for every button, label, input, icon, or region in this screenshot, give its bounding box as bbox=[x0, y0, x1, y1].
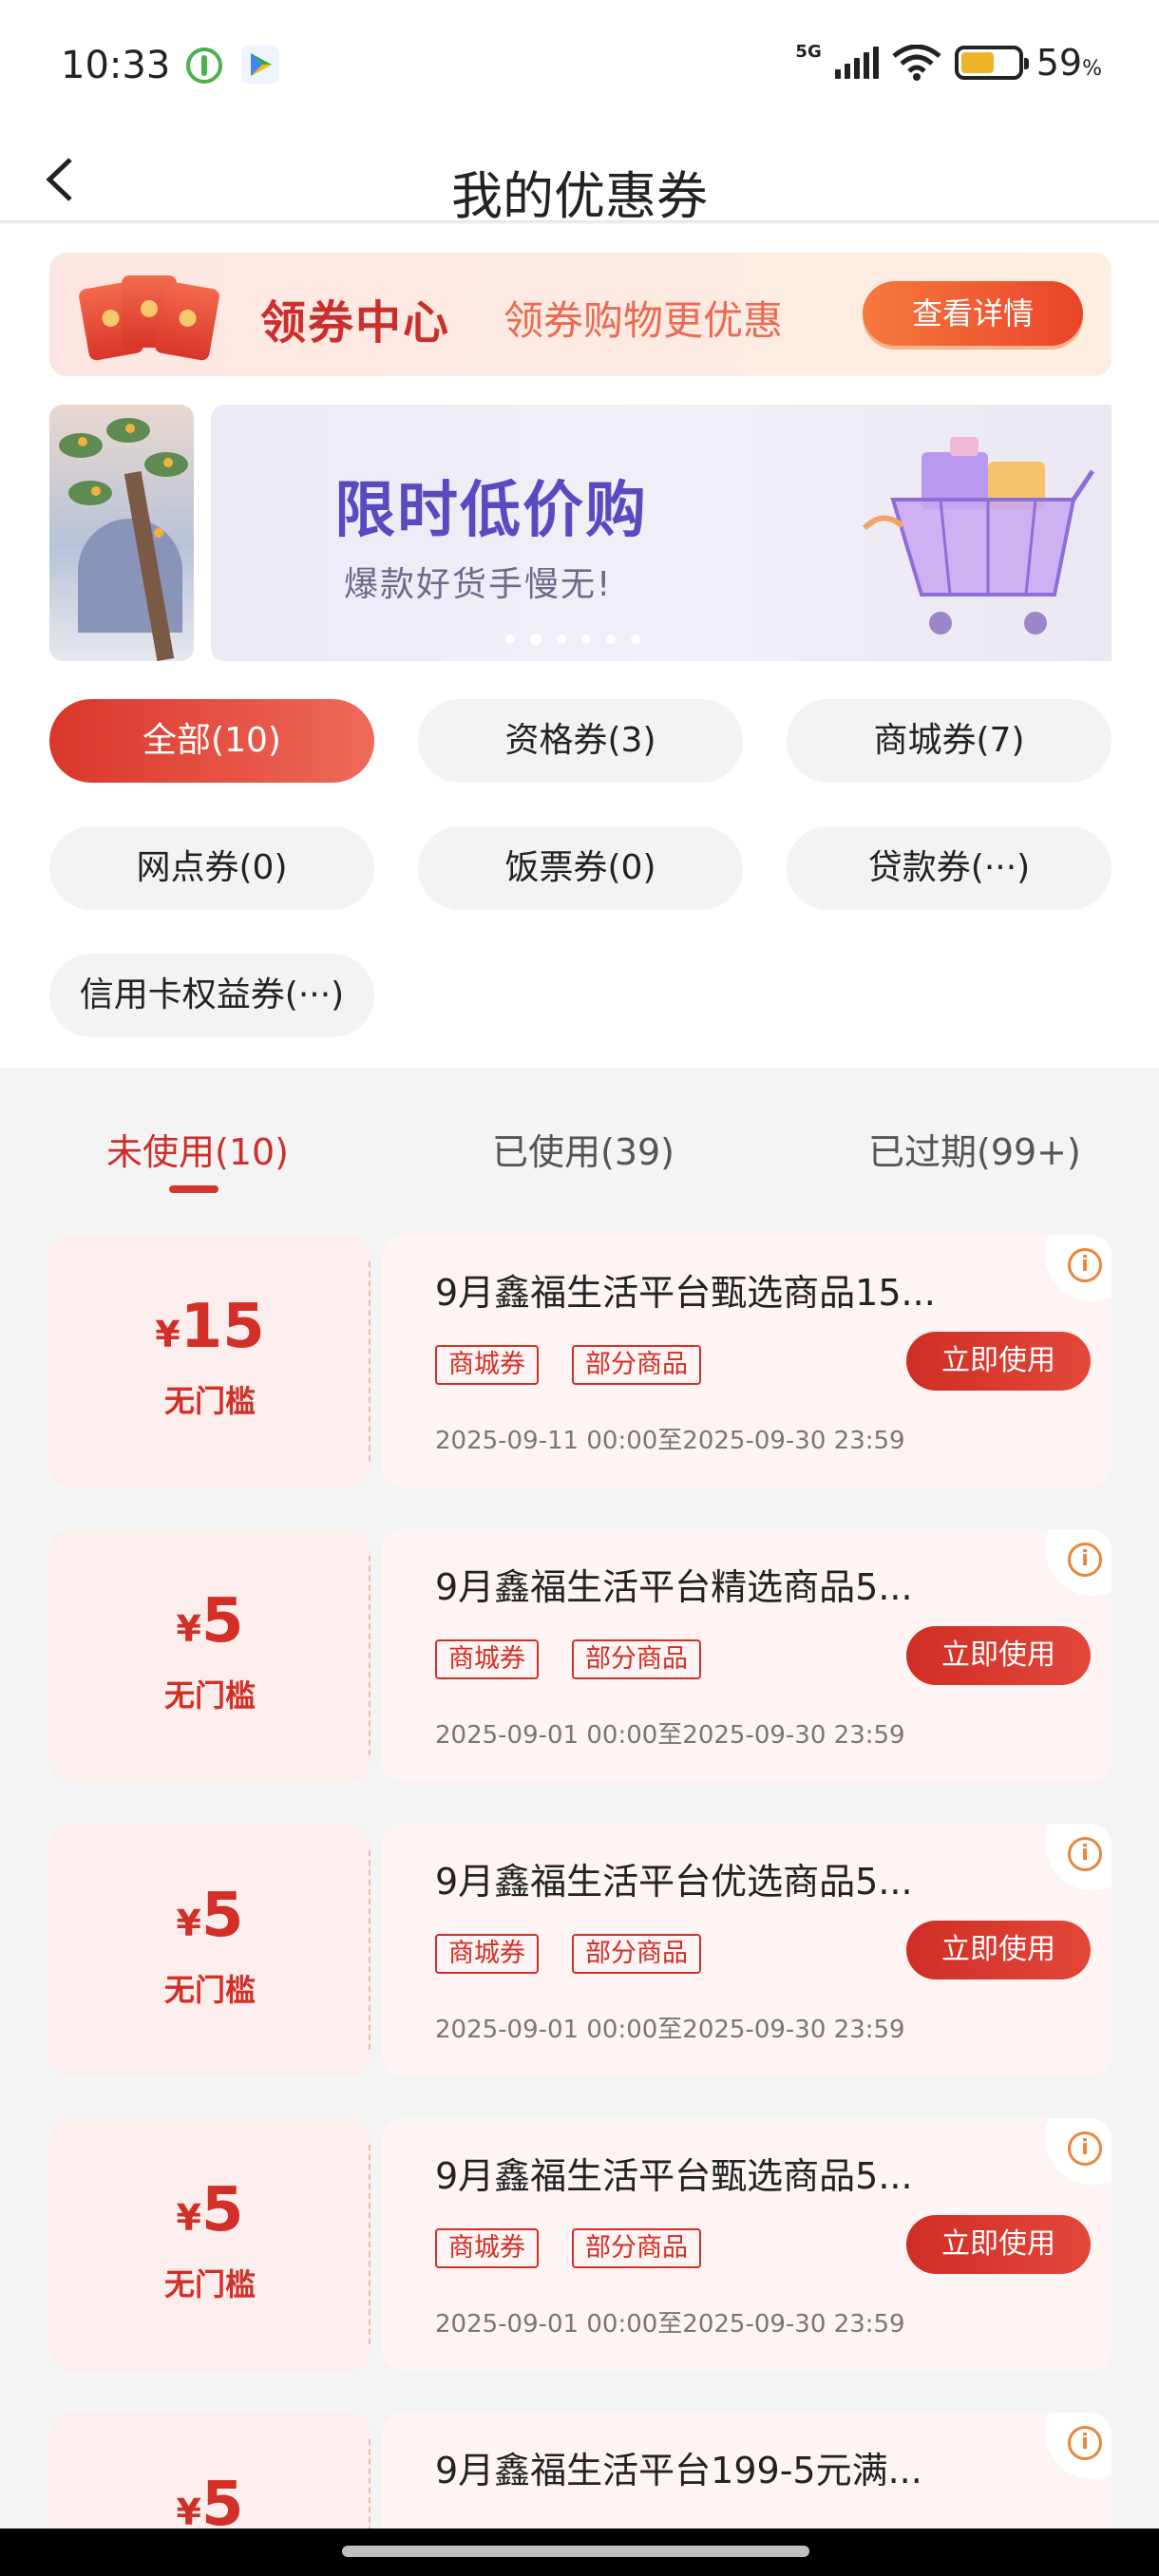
coupon-value-panel: ¥5 无门槛 bbox=[49, 1529, 370, 1782]
coupon-divider bbox=[369, 1850, 370, 2050]
page-title: 我的优惠券 bbox=[451, 166, 708, 226]
coupon-title: 9月鑫福生活平台甄选商品15... bbox=[435, 1272, 936, 1314]
coupon-threshold: 无门槛 bbox=[163, 2266, 256, 2302]
coupon-validity: 2025-09-01 00:00至2025-09-30 23:59 bbox=[435, 2016, 905, 2044]
coupon-title: 9月鑫福生活平台优选商品5... bbox=[435, 1861, 913, 1903]
coupon-tag-type: 商城券 bbox=[435, 1934, 539, 1974]
tab-used[interactable]: 已使用(39) bbox=[492, 1123, 674, 1175]
coupon-tag-scope: 部分商品 bbox=[572, 1934, 701, 1974]
carousel-dot bbox=[581, 635, 591, 644]
use-now-button[interactable]: 立即使用 bbox=[906, 2215, 1091, 2274]
coupon-tag-scope: 部分商品 bbox=[572, 2228, 701, 2268]
status-bar: 10:33 5G 59% bbox=[0, 0, 1159, 133]
info-icon[interactable]: i bbox=[1068, 1837, 1102, 1871]
coupon-center-banner[interactable]: 领券中心 领券购物更优惠 查看详情 bbox=[49, 253, 1112, 376]
coupon-card[interactable]: ¥5 无门槛 i 9月鑫福生活平台甄选商品5... 商城券 部分商品 立即使用 2025-09… bbox=[49, 2118, 1112, 2371]
coupon-tag-scope: 部分商品 bbox=[572, 1345, 701, 1385]
coupon-center-subtitle: 领券购物更优惠 bbox=[504, 297, 784, 344]
info-icon[interactable]: i bbox=[1068, 1248, 1102, 1282]
coupon-title: 9月鑫福生活平台精选商品5... bbox=[435, 1566, 913, 1608]
filter-chip-meal[interactable]: 饭票券(0) bbox=[418, 826, 743, 910]
coupon-validity: 2025-09-01 00:00至2025-09-30 23:59 bbox=[435, 2310, 905, 2339]
shopping-cart-illustration bbox=[862, 437, 1095, 635]
play-store-icon bbox=[241, 46, 279, 84]
coupon-value-panel: ¥15 无门槛 bbox=[49, 1235, 370, 1487]
promo-banner-prev[interactable] bbox=[49, 405, 194, 661]
coupon-tag-scope: 部分商品 bbox=[572, 1639, 701, 1679]
coupon-detail-panel: i 9月鑫福生活平台精选商品5... 商城券 部分商品 立即使用 2025-09-01 0… bbox=[382, 1529, 1112, 1782]
coupon-detail-panel: i 9月鑫福生活平台优选商品5... 商城券 部分商品 立即使用 2025-09-01 0… bbox=[382, 1824, 1112, 2076]
battery-icon bbox=[954, 46, 1029, 80]
coupon-validity: 2025-09-11 00:00至2025-09-30 23:59 bbox=[435, 1427, 905, 1455]
coupon-divider bbox=[369, 2145, 370, 2344]
use-now-button[interactable]: 立即使用 bbox=[906, 1921, 1091, 1979]
coupon-tag-type: 商城券 bbox=[435, 2228, 539, 2268]
carousel-dot bbox=[530, 634, 542, 645]
use-now-button[interactable]: 立即使用 bbox=[906, 1332, 1091, 1391]
coupon-amount: ¥5 bbox=[176, 1586, 244, 1657]
coupon-card[interactable]: ¥5 无门槛 i 9月鑫福生活平台精选商品5... 商城券 部分商品 立即使用 2025-09… bbox=[49, 1529, 1112, 1782]
coupon-divider bbox=[369, 1261, 370, 1461]
promo-banner[interactable]: 限时低价购 爆款好货手慢无! bbox=[211, 405, 1112, 661]
tab-unused[interactable]: 未使用(10) bbox=[106, 1123, 289, 1175]
promo-subtitle: 爆款好货手慢无! bbox=[344, 565, 613, 604]
coupon-validity: 2025-09-01 00:00至2025-09-30 23:59 bbox=[435, 1721, 905, 1750]
battery-percent: 59% bbox=[1036, 42, 1102, 84]
coupon-title: 9月鑫福生活平台甄选商品5... bbox=[435, 2155, 913, 2197]
carousel-dots bbox=[505, 634, 640, 645]
carousel-dot bbox=[631, 635, 640, 644]
coupon-threshold: 无门槛 bbox=[163, 1383, 256, 1419]
coupon-title: 9月鑫福生活平台199-5元满... bbox=[435, 2450, 922, 2491]
home-gesture-handle[interactable] bbox=[342, 2546, 809, 2557]
coupon-threshold: 无门槛 bbox=[163, 1972, 256, 2008]
coupon-threshold: 无门槛 bbox=[163, 1677, 256, 1714]
info-icon[interactable]: i bbox=[1068, 1543, 1102, 1577]
info-icon[interactable]: i bbox=[1068, 2426, 1102, 2460]
status-time: 10:33 bbox=[61, 44, 171, 87]
coupon-detail-panel: i 9月鑫福生活平台甄选商品5... 商城券 部分商品 立即使用 2025-09-01 0… bbox=[382, 2118, 1112, 2371]
view-details-button[interactable]: 查看详情 bbox=[863, 281, 1083, 346]
signal-icon bbox=[834, 47, 879, 79]
filter-chip-branch[interactable]: 网点券(0) bbox=[49, 826, 374, 910]
tab-active-indicator bbox=[169, 1185, 218, 1193]
filter-chip-credit-card[interactable]: 信用卡权益券(···) bbox=[49, 954, 374, 1037]
filter-chip-mall[interactable]: 商城券(7) bbox=[787, 699, 1112, 783]
wifi-icon bbox=[892, 45, 941, 81]
promo-title: 限时低价购 bbox=[334, 476, 648, 546]
system-nav-bar bbox=[0, 2529, 1159, 2576]
header-bar: 我的优惠券 bbox=[0, 133, 1159, 226]
coupon-amount: ¥5 bbox=[176, 2175, 244, 2245]
coupon-tag-type: 商城券 bbox=[435, 1345, 539, 1385]
coupon-value-panel: ¥5 无门槛 bbox=[49, 1824, 370, 2076]
red-envelope-icon bbox=[77, 272, 221, 363]
coupon-amount: ¥5 bbox=[176, 1881, 244, 1951]
carousel-dot bbox=[505, 635, 515, 644]
coupon-detail-panel: i 9月鑫福生活平台甄选商品15... 商城券 部分商品 立即使用 2025-09-11 … bbox=[382, 1235, 1112, 1487]
coupon-card[interactable]: ¥5 无门槛 i 9月鑫福生活平台优选商品5... 商城券 部分商品 立即使用 2025-09… bbox=[49, 1824, 1112, 2076]
coupon-amount: ¥15 bbox=[155, 1292, 265, 1362]
filter-chip-qualification[interactable]: 资格券(3) bbox=[418, 699, 743, 783]
app-notification-icon bbox=[186, 47, 222, 84]
coupon-tag-type: 商城券 bbox=[435, 1639, 539, 1679]
carousel-dot bbox=[606, 635, 616, 644]
use-now-button[interactable]: 立即使用 bbox=[906, 1626, 1091, 1685]
coupon-center-title: 领券中心 bbox=[260, 296, 451, 350]
coupon-card[interactable]: ¥15 无门槛 i 9月鑫福生活平台甄选商品15... 商城券 部分商品 立即使用 2025-… bbox=[49, 1235, 1112, 1487]
info-icon[interactable]: i bbox=[1068, 2131, 1102, 2166]
carousel-dot bbox=[557, 635, 566, 644]
coupon-divider bbox=[369, 1556, 370, 1755]
tab-expired[interactable]: 已过期(99+) bbox=[868, 1123, 1081, 1175]
network-type: 5G bbox=[795, 41, 822, 62]
coupon-value-panel: ¥5 无门槛 bbox=[49, 2118, 370, 2371]
filter-chip-all[interactable]: 全部(10) bbox=[49, 699, 374, 783]
filter-chip-loan[interactable]: 贷款券(···) bbox=[787, 826, 1112, 910]
